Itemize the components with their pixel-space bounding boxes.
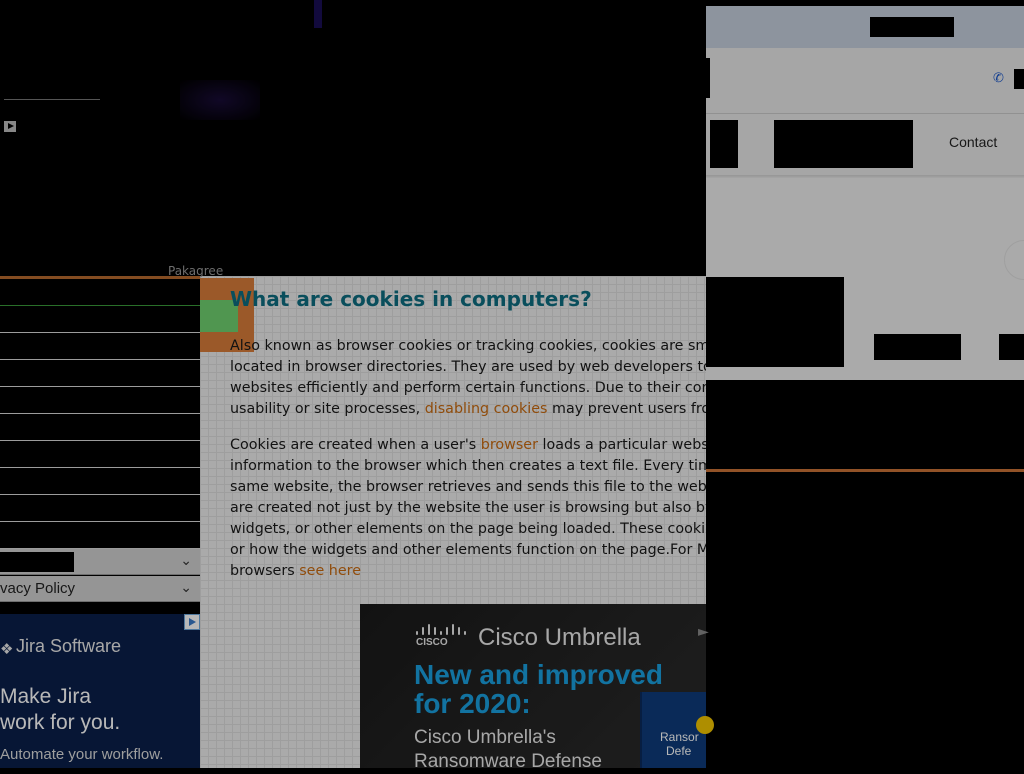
sidebar-item[interactable]	[0, 522, 200, 549]
sidebar-item[interactable]	[0, 414, 200, 441]
svg-text:CISCO: CISCO	[416, 637, 448, 646]
play-icon[interactable]	[4, 121, 16, 132]
header-top-bar	[706, 6, 1024, 48]
ad-arrow-icon: ►	[698, 624, 709, 640]
article-paragraph: Also known as browser cookies or trackin…	[230, 338, 706, 417]
cisco-headline: New and improved for 2020:	[414, 659, 663, 719]
video-progress-line[interactable]	[4, 99, 100, 100]
cisco-subtext: Cisco Umbrella's Ransomware Defense	[414, 727, 602, 772]
browser-link[interactable]: browser	[481, 437, 538, 453]
section-divider	[706, 469, 1024, 472]
article-title: What are cookies in computers?	[230, 287, 592, 311]
redacted-block	[0, 552, 74, 572]
redacted-block	[706, 277, 844, 367]
jira-logo-icon: ❖	[0, 640, 14, 658]
redacted-block[interactable]	[999, 334, 1024, 360]
phone-icon[interactable]: ✆	[993, 72, 1007, 86]
video-frame-detail	[314, 0, 322, 28]
sidebar-item[interactable]	[0, 333, 200, 360]
cisco-logo-icon: CISCO	[416, 624, 466, 646]
nav-item-redacted[interactable]	[710, 120, 738, 168]
see-here-link[interactable]: see here	[299, 563, 361, 579]
article-paragraph: Cookies are created when a user's browse…	[230, 437, 706, 579]
sidebar-item[interactable]	[0, 306, 200, 333]
sidebar-item[interactable]	[0, 387, 200, 414]
redacted-block[interactable]	[874, 334, 961, 360]
sidebar-item[interactable]	[0, 279, 200, 306]
adchoices-icon[interactable]	[184, 614, 200, 630]
sidebar-item[interactable]	[0, 495, 200, 522]
header-divider	[706, 113, 1024, 114]
chevron-down-icon[interactable]: ⌄	[180, 553, 192, 569]
redacted-block	[706, 58, 710, 98]
ebook-badge-icon	[696, 716, 714, 734]
chevron-down-icon[interactable]: ⌄	[180, 580, 192, 596]
jira-headline: Make Jira work for you.	[0, 685, 121, 734]
sidebar-item[interactable]	[0, 468, 200, 495]
video-player[interactable]	[0, 0, 706, 276]
nav-item-contact[interactable]: Contact	[949, 134, 997, 150]
ebook-cover-text: Ransor Defe	[660, 730, 699, 758]
jira-subtext: Automate your workflow.	[0, 746, 164, 763]
cisco-brand-text: Cisco Umbrella	[478, 624, 641, 651]
video-frame-glow	[180, 80, 260, 120]
redacted-block	[870, 17, 954, 37]
redacted-block	[1014, 69, 1024, 89]
sidebar-expander-label: vacy Policy	[0, 580, 76, 597]
nav-item-redacted[interactable]	[774, 120, 913, 168]
sidebar-item[interactable]	[0, 441, 200, 468]
jira-brand-text: Jira Software	[16, 636, 122, 656]
sidebar-item[interactable]	[0, 360, 200, 387]
disabling-cookies-link[interactable]: disabling cookies	[425, 401, 548, 417]
